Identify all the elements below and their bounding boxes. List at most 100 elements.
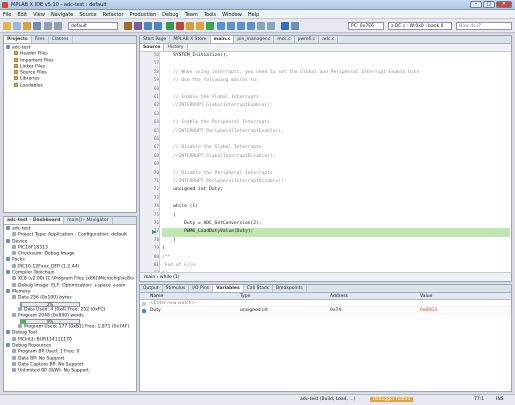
menu-refactor[interactable]: Refactor: [100, 10, 127, 18]
code-line[interactable]: // When using interrupts, you need to se…: [162, 69, 502, 77]
menu-file[interactable]: File: [0, 10, 14, 18]
editor-tab[interactable]: pin_manager.c: [234, 36, 275, 43]
code-line[interactable]: {: [162, 212, 502, 220]
code-line[interactable]: Duty = ADC_GetConversion(2);: [162, 220, 502, 228]
code-line[interactable]: [162, 111, 502, 119]
menu-edit[interactable]: Edit: [14, 10, 30, 18]
mcc-icon[interactable]: [281, 22, 289, 30]
set-pc-icon[interactable]: [257, 22, 265, 30]
editor-tab[interactable]: Start Page: [140, 36, 171, 43]
column-value[interactable]: Value: [420, 294, 432, 299]
code-line[interactable]: //INTERRUPT_GlobalInterruptEnable();: [162, 102, 502, 110]
column-address[interactable]: Address: [330, 294, 348, 299]
run-to-cursor-icon[interactable]: [247, 22, 255, 30]
breadcrumb-block[interactable]: while (1): [160, 275, 180, 280]
build-icon[interactable]: [124, 22, 132, 30]
tab-navigator[interactable]: main() - Navigator: [64, 217, 113, 224]
step-into-icon[interactable]: [227, 22, 235, 30]
output-tab[interactable]: I/O Pins: [189, 285, 214, 292]
code-line[interactable]: //INTERRUPT_PeripheralInterruptDisable()…: [162, 178, 502, 186]
focus-cursor-icon[interactable]: [267, 22, 275, 30]
variable-row[interactable]: Duty unsigned int 0x74 0x0003: [140, 307, 511, 314]
menu-help[interactable]: Help: [245, 10, 262, 18]
code-line[interactable]: /**: [162, 254, 502, 262]
tab-files[interactable]: Files: [32, 36, 49, 43]
output-tab[interactable]: Variables: [213, 285, 244, 292]
make-program-icon[interactable]: [144, 22, 152, 30]
open-project-icon[interactable]: [23, 22, 31, 30]
step-out-icon[interactable]: [237, 22, 245, 30]
code-line[interactable]: while (1): [162, 203, 502, 211]
minimize-button[interactable]: –: [470, 1, 482, 8]
menu-source[interactable]: Source: [76, 10, 99, 18]
code-line[interactable]: SYSTEM_Initialize();: [162, 52, 502, 60]
current-line[interactable]: PWM6_LoadDutyValue(Duty);: [162, 228, 510, 237]
clean-build-icon[interactable]: [134, 22, 142, 30]
category-icon: [6, 343, 10, 348]
code-line[interactable]: // Disable the Peripheral Interrupts: [162, 170, 502, 178]
menu-production[interactable]: Production: [127, 10, 160, 18]
dashboard-item[interactable]: Unlimited BP (S/W): No Support: [6, 368, 134, 374]
new-file-icon[interactable]: [13, 22, 21, 30]
breadcrumb-function[interactable]: main: [144, 275, 155, 280]
editor-tab[interactable]: adc.c: [319, 36, 339, 43]
new-project-icon[interactable]: [3, 22, 11, 30]
editor-tab[interactable]: mcc.c: [274, 36, 295, 43]
output-tab[interactable]: Call Stack: [244, 285, 273, 292]
debug-project-icon[interactable]: [166, 22, 174, 30]
code-line[interactable]: // Enable the Global Interrupts: [162, 94, 502, 102]
pause-icon[interactable]: [186, 22, 194, 30]
code-line[interactable]: // Disable the Global Interrupts: [162, 144, 502, 152]
code-line[interactable]: unsigned int Duty;: [162, 186, 502, 194]
code-line[interactable]: // Use the following macros to:: [162, 77, 502, 85]
code-editor[interactable]: 56 SYSTEM_Initialize(); 57 58 // When usin…: [140, 52, 511, 272]
column-type[interactable]: Type: [240, 294, 250, 299]
tab-dashboard[interactable]: adc-test - Dashboard: [4, 217, 65, 224]
tab-source[interactable]: Source: [140, 44, 165, 51]
close-button[interactable]: ✕: [496, 1, 512, 8]
column-name[interactable]: Name: [150, 294, 163, 299]
config-select[interactable]: default: [68, 22, 118, 30]
menu-tools[interactable]: Tools: [201, 10, 219, 18]
project-tree-item[interactable]: Loadables: [6, 82, 134, 89]
output-tab[interactable]: Breakpoints: [273, 285, 307, 292]
code-line[interactable]: //INTERRUPT_GlobalInterruptDisable();: [162, 153, 502, 161]
code-line[interactable]: [162, 86, 502, 94]
device-icon[interactable]: [291, 22, 299, 30]
variable-row[interactable]: <Enter new watch>: [140, 300, 511, 307]
maximize-button[interactable]: □: [483, 1, 495, 8]
output-tab[interactable]: Stimulus: [163, 285, 190, 292]
output-tab[interactable]: Output: [140, 285, 163, 292]
search-input[interactable]: How do I?: [456, 22, 512, 30]
code-line[interactable]: // Enable the Peripheral Interrupts: [162, 119, 502, 127]
category-icon: [6, 288, 10, 293]
save-icon[interactable]: [33, 22, 41, 30]
redo-icon[interactable]: [54, 22, 62, 30]
read-device-icon[interactable]: [154, 22, 162, 30]
menu-view[interactable]: View: [30, 10, 48, 18]
code-line[interactable]: }: [162, 237, 502, 245]
code-line[interactable]: [162, 60, 502, 68]
reset-icon[interactable]: [196, 22, 204, 30]
code-line[interactable]: //INTERRUPT_PeripheralInterruptEnable();: [162, 128, 502, 136]
tab-projects[interactable]: Projects: [4, 36, 32, 43]
code-line[interactable]: [162, 195, 502, 203]
editor-tab[interactable]: main.c: [210, 36, 235, 43]
finish-debug-icon[interactable]: [176, 22, 184, 30]
menu-navigate[interactable]: Navigate: [48, 10, 76, 18]
code-line[interactable]: [162, 161, 502, 169]
editor-tab[interactable]: MPLAB X Store: [170, 36, 211, 43]
menu-window[interactable]: Window: [219, 10, 245, 18]
undo-icon[interactable]: [44, 22, 52, 30]
menu-team[interactable]: Team: [182, 10, 201, 18]
tab-classes[interactable]: Classes: [49, 36, 73, 43]
code-line[interactable]: End of File: [162, 262, 502, 270]
code-line[interactable]: }: [162, 245, 502, 253]
line-number: 63: [153, 111, 159, 117]
menu-debug[interactable]: Debug: [159, 10, 181, 18]
code-line[interactable]: [162, 136, 502, 144]
tab-history[interactable]: History: [164, 44, 188, 51]
continue-icon[interactable]: [206, 22, 214, 30]
step-over-icon[interactable]: [217, 22, 225, 30]
editor-tab[interactable]: pwm6.c: [295, 36, 320, 43]
